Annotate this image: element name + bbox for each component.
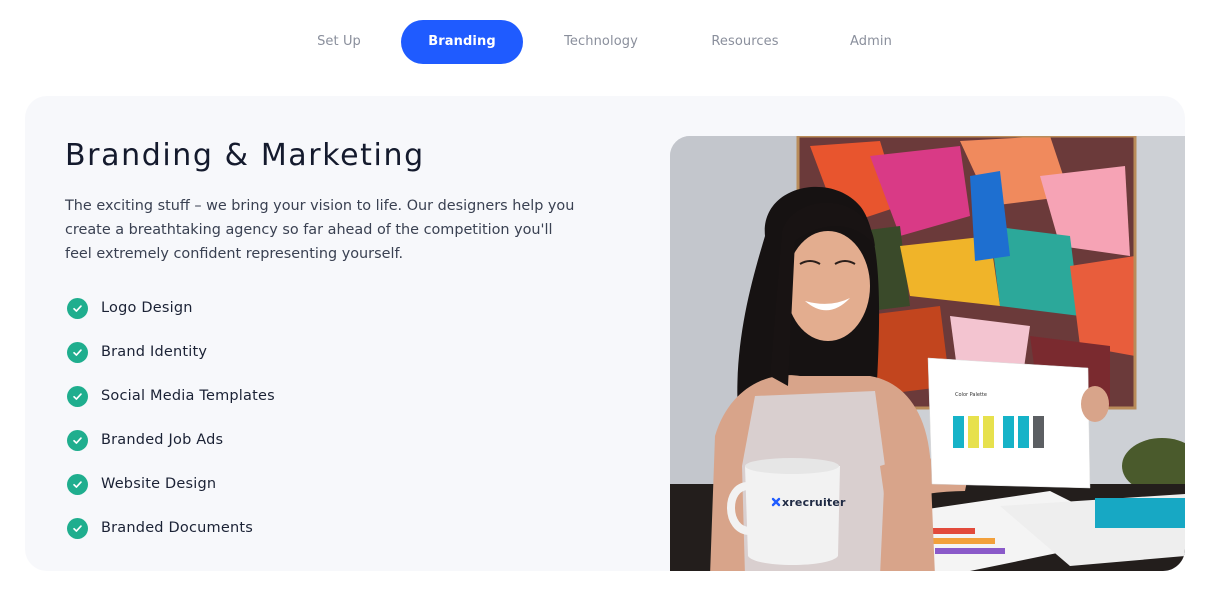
feature-list: Logo Design Brand Identity Social Media … <box>65 286 275 550</box>
check-circle-icon <box>67 429 88 451</box>
tab-resources[interactable]: Resources <box>696 20 794 64</box>
color-palette-sheet <box>927 357 1091 489</box>
feature-label: Branded Job Ads <box>101 432 224 448</box>
feature-item: Brand Identity <box>65 330 275 374</box>
photo-illustration <box>670 136 1185 571</box>
feature-label: Social Media Templates <box>101 388 275 404</box>
branding-card: Branding & Marketing The exciting stuff … <box>25 96 1185 571</box>
feature-item: Branded Documents <box>65 506 275 550</box>
tab-admin[interactable]: Admin <box>836 20 906 64</box>
section-title: Branding & Marketing <box>65 138 425 173</box>
feature-label: Website Design <box>101 476 217 492</box>
branding-photo: xrecruiter Color Palette <box>670 136 1185 571</box>
paper-heading: Color Palette <box>955 392 987 398</box>
check-circle-icon <box>67 473 88 495</box>
feature-item: Logo Design <box>65 286 275 330</box>
feature-label: Brand Identity <box>101 344 208 360</box>
feature-item: Website Design <box>65 462 275 506</box>
mug-brand-text: xrecruiter <box>782 496 846 509</box>
feature-label: Branded Documents <box>101 520 253 536</box>
tab-branding[interactable]: Branding <box>401 20 523 64</box>
feature-item: Branded Job Ads <box>65 418 275 462</box>
tab-technology[interactable]: Technology <box>548 20 654 64</box>
section-tabs: Set Up Branding Technology Resources Adm… <box>0 20 1216 64</box>
feature-item: Social Media Templates <box>65 374 275 418</box>
feature-label: Logo Design <box>101 300 193 316</box>
check-circle-icon <box>67 297 88 319</box>
check-circle-icon <box>67 385 88 407</box>
check-circle-icon <box>67 517 88 539</box>
check-circle-icon <box>67 341 88 363</box>
section-description: The exciting stuff – we bring your visio… <box>65 198 575 262</box>
tab-set-up[interactable]: Set Up <box>295 20 383 64</box>
